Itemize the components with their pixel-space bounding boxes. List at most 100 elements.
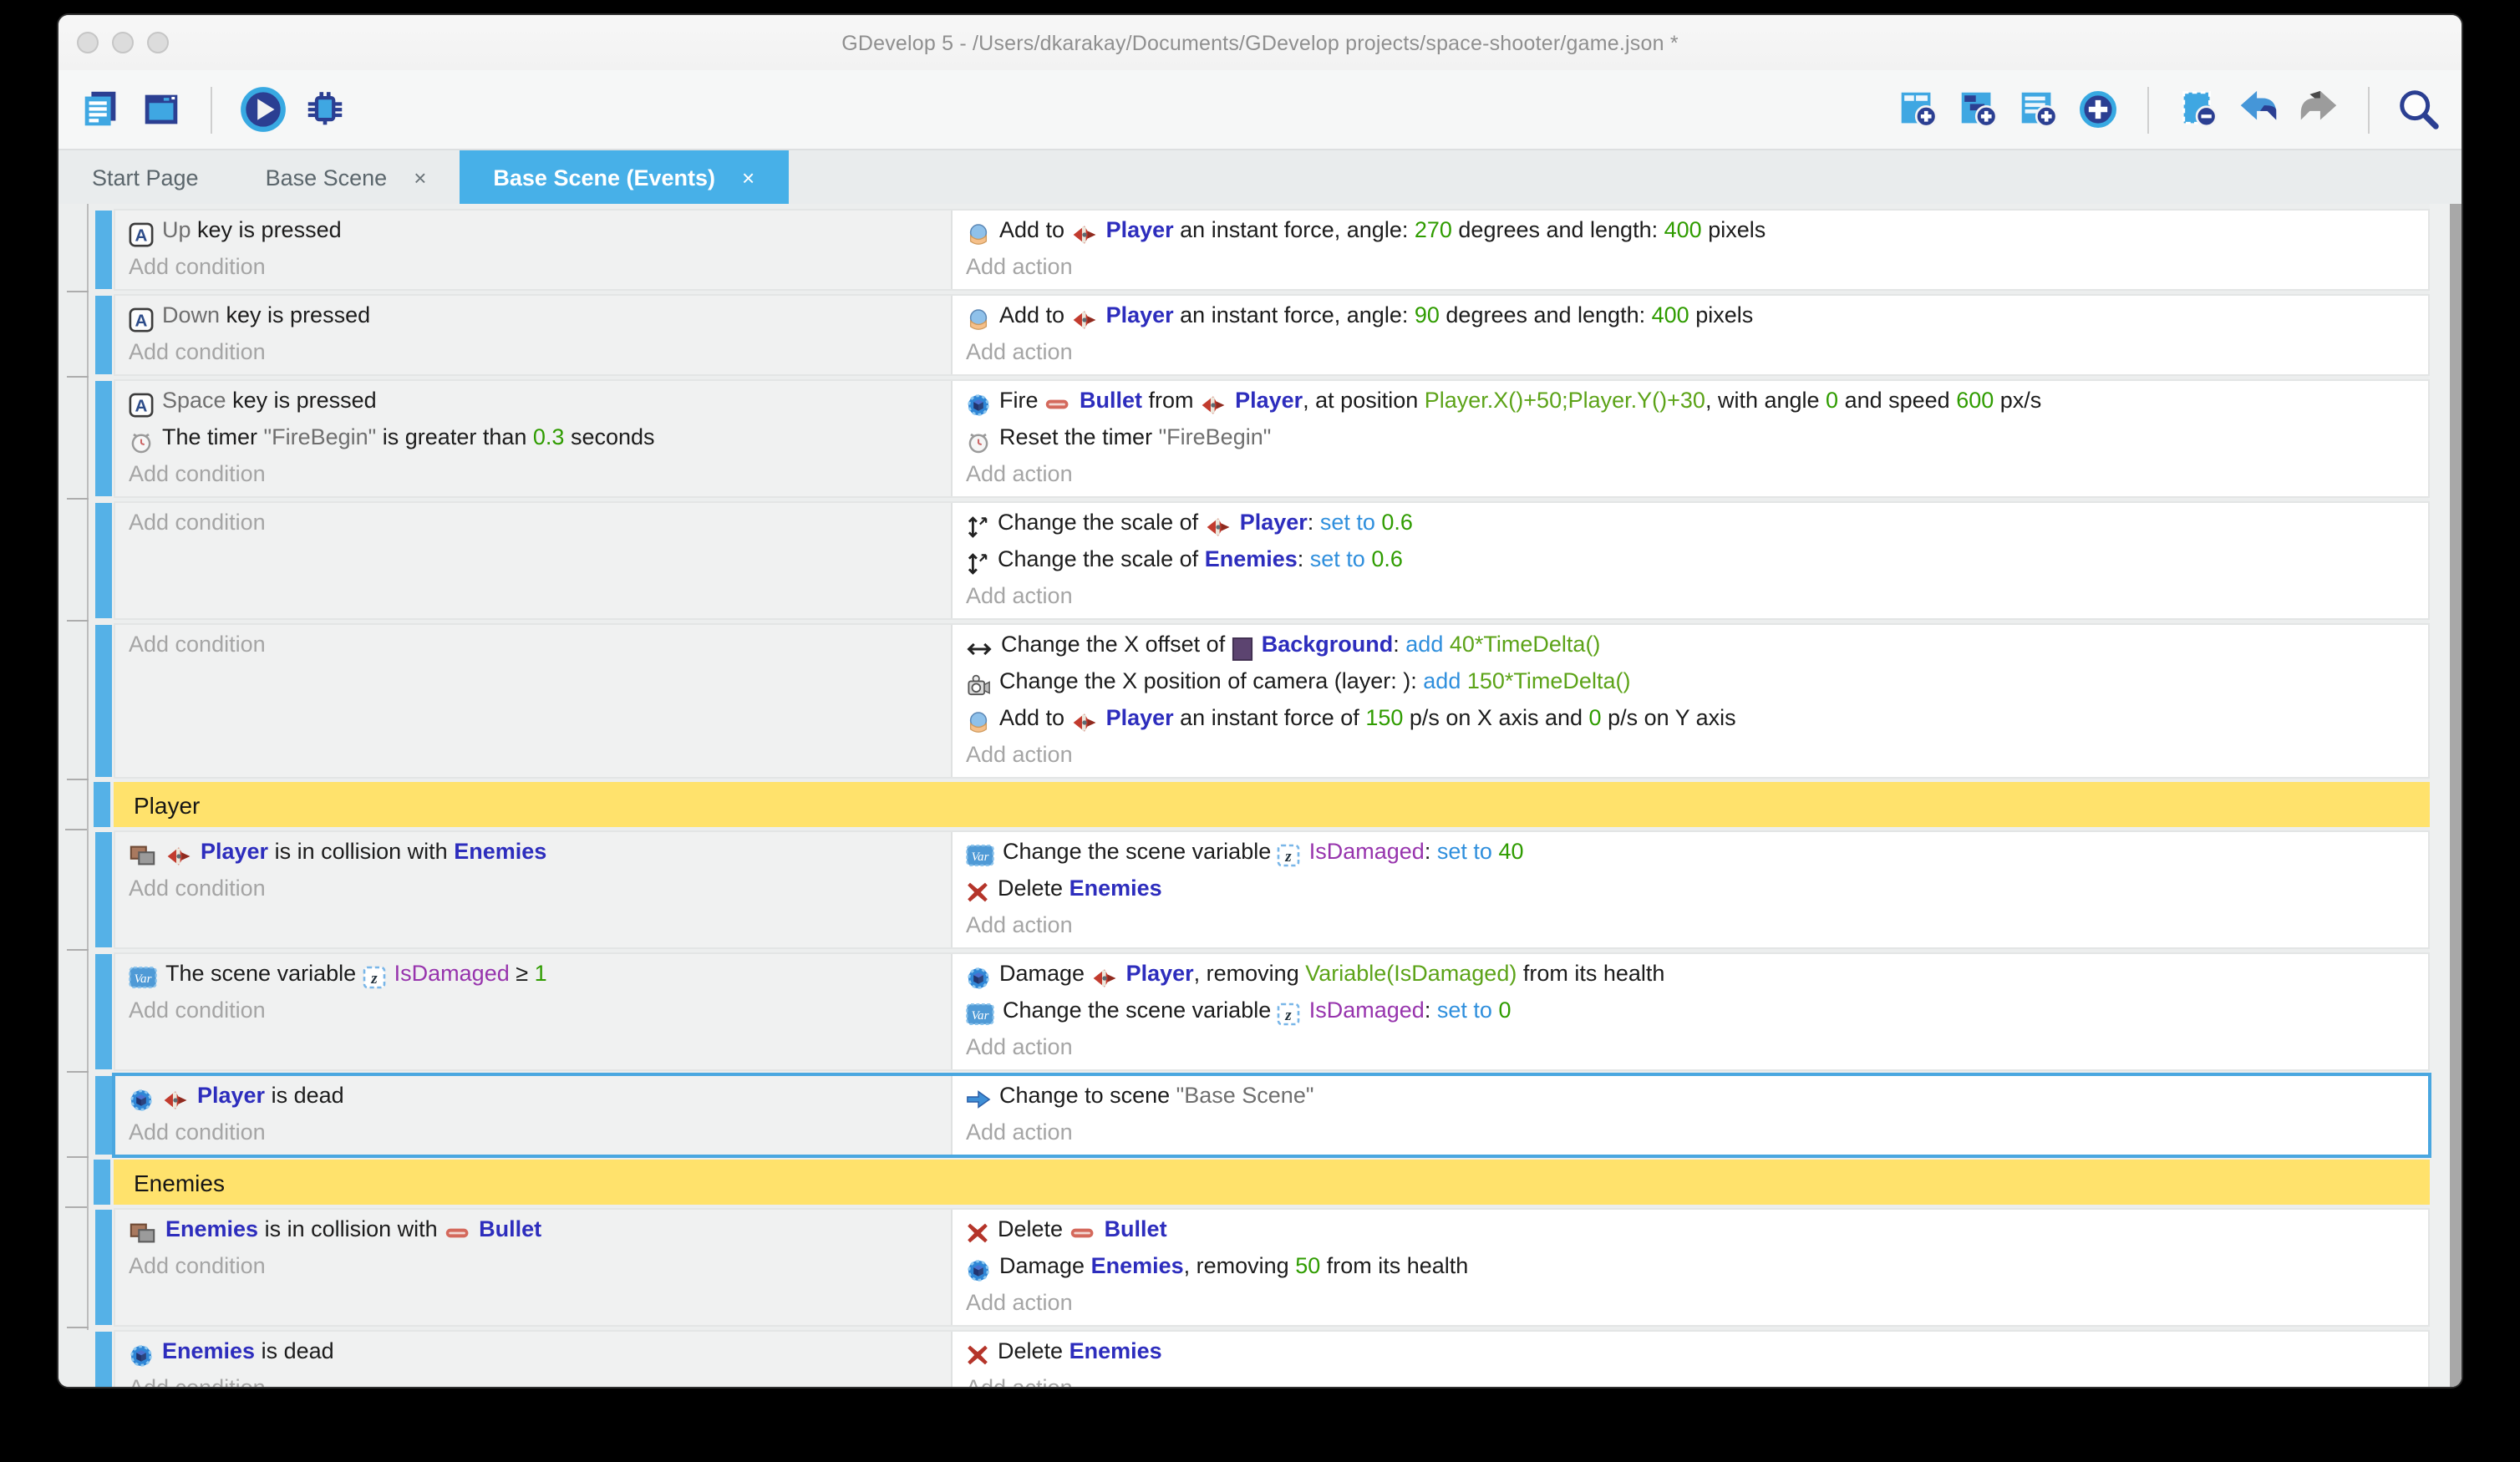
conditions-cell[interactable]: Enemies is in collision with BulletAdd c… <box>115 1210 953 1325</box>
tab-start-page[interactable]: Start Page <box>58 150 232 204</box>
event-line[interactable]: Player is in collision with Enemies <box>129 835 951 872</box>
actions-cell[interactable]: Change to scene "Base Scene"Add action <box>953 1076 2428 1155</box>
tab-close-icon[interactable]: × <box>742 165 754 190</box>
event-line[interactable]: Change the scale of Player: set to 0.6 <box>966 506 2428 543</box>
add-action-button[interactable]: Add action <box>966 909 2428 942</box>
add-action-button[interactable]: Add action <box>966 1031 2428 1064</box>
event-line[interactable]: Fire Bullet from Player, at position Pla… <box>966 384 2428 421</box>
add-something-icon[interactable] <box>2075 87 2121 132</box>
conditions-cell[interactable]: Player is in collision with EnemiesAdd c… <box>115 832 953 947</box>
add-subevent-icon[interactable] <box>1955 87 2000 132</box>
event-line[interactable]: VarChange the scene variable zIsDamaged:… <box>966 835 2428 872</box>
conditions-cell[interactable]: Add condition <box>115 625 953 777</box>
event-line[interactable]: Add to Player an instant force, angle: 2… <box>966 214 2428 251</box>
event-row[interactable]: Player is deadAdd conditionChange to sce… <box>114 1074 2430 1156</box>
add-condition-button[interactable]: Add condition <box>129 506 951 540</box>
event-line[interactable]: Reset the timer "FireBegin" <box>966 421 2428 458</box>
vertical-scrollbar[interactable] <box>2450 204 2462 1387</box>
minimize-window-button[interactable] <box>112 32 134 53</box>
add-condition-button[interactable]: Add condition <box>129 1116 951 1150</box>
event-row[interactable]: ADown key is pressedAdd condition Add to … <box>114 294 2430 376</box>
event-line[interactable]: Delete Enemies <box>966 872 2428 909</box>
debug-icon[interactable] <box>302 87 348 132</box>
search-icon[interactable] <box>2396 87 2441 132</box>
add-action-button[interactable]: Add action <box>966 580 2428 613</box>
add-condition-button[interactable]: Add condition <box>129 336 951 369</box>
event-line[interactable]: Damage Player, removing Variable(IsDamag… <box>966 957 2428 994</box>
event-row[interactable]: Add condition Change the X offset of Back… <box>114 623 2430 779</box>
event-line[interactable]: ASpace key is pressed <box>129 384 951 421</box>
undo-icon[interactable] <box>2236 87 2281 132</box>
close-window-button[interactable] <box>77 32 99 53</box>
scene-editor-icon[interactable] <box>139 87 184 132</box>
actions-cell[interactable]: Add to Player an instant force, angle: 2… <box>953 211 2428 289</box>
add-action-button[interactable]: Add action <box>966 739 2428 772</box>
event-line[interactable]: Add to Player an instant force, angle: 9… <box>966 299 2428 336</box>
tab-base-scene[interactable]: Base Scene× <box>232 150 460 204</box>
event-line[interactable]: Change the X offset of Background: add 4… <box>966 628 2428 665</box>
event-line[interactable]: Change the X position of camera (layer: … <box>966 665 2428 702</box>
delete-event-icon[interactable] <box>2176 87 2221 132</box>
event-row[interactable]: AUp key is pressedAdd condition Add to Pl… <box>114 209 2430 291</box>
event-row[interactable]: Enemies is deadAdd conditionDelete Enemi… <box>114 1330 2430 1387</box>
add-condition-button[interactable]: Add condition <box>129 251 951 284</box>
event-line[interactable]: Add to Player an instant force of 150 p/… <box>966 702 2428 739</box>
event-line[interactable]: The timer "FireBegin" is greater than 0.… <box>129 421 951 458</box>
add-condition-button[interactable]: Add condition <box>129 1250 951 1283</box>
group-header-player[interactable]: Player <box>114 782 2430 827</box>
add-action-button[interactable]: Add action <box>966 1116 2428 1150</box>
add-action-button[interactable]: Add action <box>966 1372 2428 1387</box>
event-row[interactable]: VarThe scene variable zIsDamaged ≥ 1Add … <box>114 952 2430 1071</box>
add-condition-button[interactable]: Add condition <box>129 994 951 1028</box>
group-header-enemies[interactable]: Enemies <box>114 1160 2430 1205</box>
add-event-icon[interactable] <box>1895 87 1940 132</box>
event-row[interactable]: Add conditionChange the scale of Player:… <box>114 501 2430 620</box>
event-line[interactable]: ADown key is pressed <box>129 299 951 336</box>
add-action-button[interactable]: Add action <box>966 336 2428 369</box>
event-line[interactable]: Damage Enemies, removing 50 from its hea… <box>966 1250 2428 1287</box>
event-row[interactable]: Enemies is in collision with BulletAdd c… <box>114 1208 2430 1327</box>
play-icon[interactable] <box>239 85 287 134</box>
redo-icon[interactable] <box>2296 87 2341 132</box>
event-row[interactable]: Player is in collision with EnemiesAdd c… <box>114 830 2430 949</box>
actions-cell[interactable]: Change the scale of Player: set to 0.6Ch… <box>953 503 2428 618</box>
actions-cell[interactable]: Change the X offset of Background: add 4… <box>953 625 2428 777</box>
add-comment-icon[interactable] <box>2015 87 2060 132</box>
add-action-button[interactable]: Add action <box>966 458 2428 491</box>
project-manager-icon[interactable] <box>79 87 124 132</box>
tab-close-icon[interactable]: × <box>414 165 426 190</box>
conditions-cell[interactable]: ASpace key is pressedThe timer "FireBegi… <box>115 381 953 496</box>
conditions-cell[interactable]: VarThe scene variable zIsDamaged ≥ 1Add … <box>115 954 953 1069</box>
event-line[interactable]: Delete Bullet <box>966 1213 2428 1250</box>
actions-cell[interactable]: Damage Player, removing Variable(IsDamag… <box>953 954 2428 1069</box>
event-line[interactable]: Player is dead <box>129 1079 951 1116</box>
conditions-cell[interactable]: AUp key is pressedAdd condition <box>115 211 953 289</box>
text-segment: Add to <box>999 217 1071 242</box>
conditions-cell[interactable]: Enemies is deadAdd condition <box>115 1332 953 1387</box>
zoom-window-button[interactable] <box>147 32 169 53</box>
add-condition-button[interactable]: Add condition <box>129 1372 951 1387</box>
event-line[interactable]: Enemies is in collision with Bullet <box>129 1213 951 1250</box>
event-row[interactable]: ASpace key is pressedThe timer "FireBegi… <box>114 379 2430 498</box>
conditions-cell[interactable]: Player is deadAdd condition <box>115 1076 953 1155</box>
event-line[interactable]: VarThe scene variable zIsDamaged ≥ 1 <box>129 957 951 994</box>
event-line[interactable]: AUp key is pressed <box>129 214 951 251</box>
conditions-cell[interactable]: Add condition <box>115 503 953 618</box>
tab-base-scene-events[interactable]: Base Scene (Events)× <box>460 150 788 204</box>
actions-cell[interactable]: Add to Player an instant force, angle: 9… <box>953 296 2428 374</box>
add-condition-button[interactable]: Add condition <box>129 872 951 906</box>
add-condition-button[interactable]: Add condition <box>129 628 951 662</box>
actions-cell[interactable]: Delete BulletDamage Enemies, removing 50… <box>953 1210 2428 1325</box>
add-condition-button[interactable]: Add condition <box>129 458 951 491</box>
add-action-button[interactable]: Add action <box>966 1287 2428 1320</box>
event-line[interactable]: Change to scene "Base Scene" <box>966 1079 2428 1116</box>
event-line[interactable]: Delete Enemies <box>966 1335 2428 1372</box>
event-line[interactable]: VarChange the scene variable zIsDamaged:… <box>966 994 2428 1031</box>
actions-cell[interactable]: VarChange the scene variable zIsDamaged:… <box>953 832 2428 947</box>
actions-cell[interactable]: Delete EnemiesAdd action <box>953 1332 2428 1387</box>
actions-cell[interactable]: Fire Bullet from Player, at position Pla… <box>953 381 2428 496</box>
event-line[interactable]: Change the scale of Enemies: set to 0.6 <box>966 543 2428 580</box>
conditions-cell[interactable]: ADown key is pressedAdd condition <box>115 296 953 374</box>
event-line[interactable]: Enemies is dead <box>129 1335 951 1372</box>
add-action-button[interactable]: Add action <box>966 251 2428 284</box>
